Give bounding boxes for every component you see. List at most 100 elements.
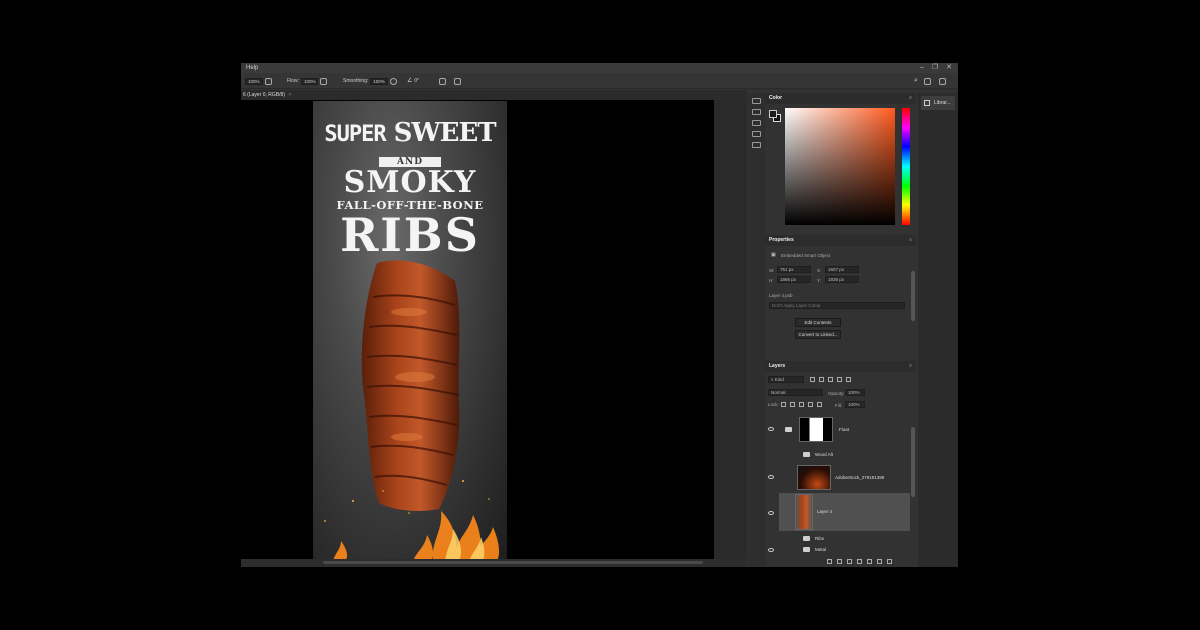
opacity-field[interactable]: 100%	[845, 389, 865, 396]
layer-row[interactable]: AdobeStock_279191399	[765, 463, 908, 491]
layers-scrollbar[interactable]	[911, 427, 915, 497]
layer-row-selected[interactable]: Layer 4	[779, 493, 910, 531]
y-field[interactable]: 1938 px	[825, 276, 859, 283]
panel-menu-icon[interactable]: ≡	[909, 93, 912, 104]
folder-icon	[803, 452, 810, 457]
horizontal-scrollbar[interactable]	[323, 561, 703, 564]
edit-contents-button[interactable]: Edit Contents	[795, 318, 841, 327]
layer-row[interactable]: Metal	[765, 544, 908, 556]
brush-settings-icon[interactable]	[752, 142, 761, 148]
paragraph-icon[interactable]	[752, 131, 761, 137]
layer-name[interactable]: Metal	[815, 547, 826, 552]
add-mask-icon[interactable]	[847, 559, 852, 564]
properties-panel: Properties ≡ ▣ Embedded Smart Object W: …	[765, 235, 916, 358]
window-controls: – ❐ ✕	[920, 63, 952, 73]
symmetry-icon[interactable]	[454, 77, 461, 85]
layer-thumbnail	[797, 465, 831, 490]
x-label: X:	[817, 268, 822, 273]
convert-to-linked-button[interactable]: Convert to Linked...	[795, 330, 841, 339]
fill-field[interactable]: 100%	[845, 401, 865, 408]
adjustment-layer-icon[interactable]	[857, 559, 862, 564]
hue-slider[interactable]	[902, 108, 910, 225]
foreground-color-swatch[interactable]	[769, 110, 777, 118]
photoshop-window: Help – ❐ ✕ 100% Flow: 100% Smoothing: 10…	[241, 63, 958, 567]
document-tab-close-icon[interactable]: ×	[286, 92, 291, 98]
workspace-icon[interactable]	[923, 77, 931, 85]
histogram-icon[interactable]	[752, 109, 761, 115]
properties-panel-title[interactable]: Properties	[769, 237, 794, 243]
layer-name[interactable]: Float	[839, 427, 849, 432]
layer-filter-kind[interactable]: ⌕ Kind	[768, 376, 804, 383]
angle-value[interactable]: 0°	[414, 73, 419, 89]
layer-row[interactable]: Wood Alt	[765, 444, 908, 464]
visibility-icon[interactable]	[768, 475, 774, 479]
color-field[interactable]	[785, 108, 895, 225]
gear-icon[interactable]	[389, 77, 397, 85]
visibility-icon[interactable]	[768, 511, 774, 515]
w-field[interactable]: 751 px	[777, 266, 811, 273]
smart-filter-icon[interactable]	[846, 377, 851, 382]
properties-scrollbar[interactable]	[911, 271, 915, 321]
shape-filter-icon[interactable]	[837, 377, 842, 382]
layer-name[interactable]: Wood Alt	[815, 452, 833, 457]
libraries-button[interactable]: Librar...	[921, 96, 955, 110]
character-icon[interactable]	[752, 120, 761, 126]
blend-mode-select[interactable]: Normal	[768, 389, 823, 396]
lock-position-icon[interactable]	[799, 402, 804, 407]
lock-transparency-icon[interactable]	[781, 402, 786, 407]
canvas-area[interactable]: Super Sweet And Smoky Fall-off-the-bone …	[241, 100, 747, 559]
layer-comp-select[interactable]: Don't Apply Layer Comp	[769, 302, 905, 309]
panel-menu-icon[interactable]: ≡	[909, 361, 912, 372]
h-field[interactable]: 1866 px	[777, 276, 811, 283]
type-filter-icon[interactable]	[828, 377, 833, 382]
search-icon[interactable]: ⌕	[914, 73, 918, 89]
layer-name[interactable]: Ribs	[815, 536, 824, 541]
brush-size-group: 100%	[245, 73, 272, 89]
adjustment-filter-icon[interactable]	[819, 377, 824, 382]
new-group-icon[interactable]	[867, 559, 872, 564]
lock-pixels-icon[interactable]	[790, 402, 795, 407]
panel-menu-icon[interactable]: ≡	[909, 235, 912, 246]
visibility-icon[interactable]	[768, 427, 774, 431]
new-layer-icon[interactable]	[877, 559, 882, 564]
smoothing-field[interactable]: 100%	[370, 77, 388, 85]
artboard[interactable]: Super Sweet And Smoky Fall-off-the-bone …	[313, 101, 507, 559]
angle-group: ∠ 0°	[407, 73, 419, 89]
pressure-size-icon[interactable]	[439, 77, 446, 85]
layer-name[interactable]: Layer 4	[817, 509, 832, 514]
canvas-pasteboard-edge	[714, 100, 747, 559]
document-tab-title[interactable]: 6 (Layer 0, RGB/8)	[241, 92, 285, 98]
fg-bg-swatches[interactable]	[769, 110, 781, 122]
folder-icon	[803, 547, 810, 552]
visibility-icon[interactable]	[768, 548, 774, 552]
adjustments-icon[interactable]	[752, 98, 761, 104]
lock-all-icon[interactable]	[817, 402, 822, 407]
link-layers-icon[interactable]	[827, 559, 832, 564]
flow-label: Flow:	[287, 78, 299, 84]
layer-name[interactable]: AdobeStock_279191399	[835, 475, 884, 480]
color-panel-title[interactable]: Color	[769, 95, 782, 101]
pixel-filter-icon[interactable]	[810, 377, 815, 382]
options-bar: 100% Flow: 100% Smoothing: 100% ∠ 0° ⌕	[241, 73, 958, 89]
headline: Super Sweet And Smoky Fall-off-the-bone …	[313, 119, 507, 258]
lock-artboard-icon[interactable]	[808, 402, 813, 407]
x-field[interactable]: 1607 px	[825, 266, 859, 273]
menu-help[interactable]: Help	[246, 63, 258, 73]
minimize-icon[interactable]: –	[920, 63, 924, 73]
fire-flames-image	[324, 480, 500, 559]
brush-preset-icon[interactable]	[264, 77, 272, 85]
lock-label: Lock:	[768, 402, 779, 407]
share-icon[interactable]	[938, 77, 946, 85]
airbrush-icon[interactable]	[320, 77, 328, 85]
smoothing-group: Smoothing: 100%	[343, 73, 397, 89]
restore-icon[interactable]: ❐	[932, 63, 938, 73]
trash-icon[interactable]	[887, 559, 892, 564]
fx-icon[interactable]	[837, 559, 842, 564]
angle-icon: ∠	[407, 78, 413, 84]
close-icon[interactable]: ✕	[946, 63, 952, 73]
brush-size-field[interactable]: 100%	[245, 77, 263, 85]
layer-thumbnail	[799, 417, 833, 442]
layers-panel-title[interactable]: Layers	[769, 363, 785, 369]
layer-row[interactable]: Float	[765, 415, 908, 443]
flow-field[interactable]: 100%	[300, 77, 319, 85]
